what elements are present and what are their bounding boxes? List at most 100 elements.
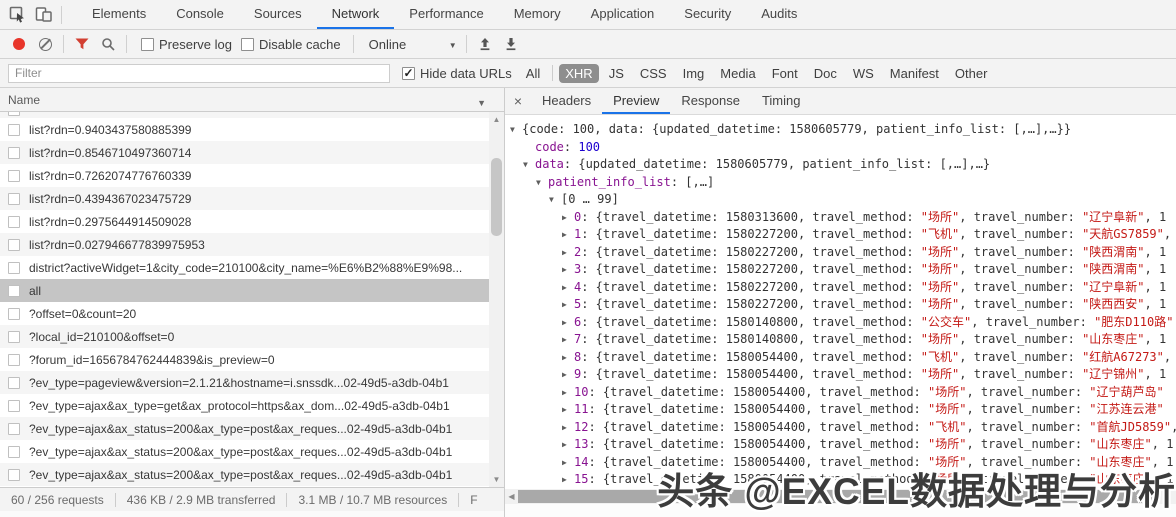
clear-icon[interactable] [32, 31, 58, 57]
json-tree-line[interactable]: ▶4: {travel_datetime: 1580227200, travel… [505, 279, 1176, 297]
json-tree-line[interactable]: ▶13: {travel_datetime: 1580054400, trave… [505, 436, 1176, 454]
chip-other[interactable]: Other [949, 64, 994, 83]
request-row[interactable]: list?rdn=0.7262074776760339 [0, 164, 504, 187]
scroll-down-icon[interactable]: ▼ [489, 472, 504, 487]
request-checkbox[interactable] [8, 262, 20, 274]
collapse-arrow-icon[interactable]: ▶ [562, 296, 574, 314]
close-icon[interactable]: × [505, 88, 531, 114]
preserve-log-toggle[interactable]: Preserve log [141, 37, 232, 52]
request-row[interactable]: ?offset=0&count=20 [0, 302, 504, 325]
json-tree-line[interactable]: ▶0: {travel_datetime: 1580313600, travel… [505, 209, 1176, 227]
import-har-icon[interactable] [472, 31, 498, 57]
request-row[interactable]: list?rdn=0.027946677839975953 [0, 233, 504, 256]
filter-funnel-icon[interactable] [69, 31, 95, 57]
detail-tab-preview[interactable]: Preview [602, 88, 670, 114]
collapse-arrow-icon[interactable]: ▶ [562, 279, 574, 297]
request-checkbox[interactable] [8, 124, 20, 136]
request-checkbox[interactable] [8, 308, 20, 320]
request-row[interactable]: all [0, 279, 504, 302]
collapse-arrow-icon[interactable]: ▶ [562, 349, 574, 367]
request-checkbox[interactable] [8, 423, 20, 435]
collapse-arrow-icon[interactable]: ▶ [562, 226, 574, 244]
request-row[interactable]: ?ev_type=ajax&ax_status=200&ax_type=post… [0, 440, 504, 463]
json-tree-line[interactable]: ▶5: {travel_datetime: 1580227200, travel… [505, 296, 1176, 314]
json-tree-line[interactable]: ▶12: {travel_datetime: 1580054400, trave… [505, 419, 1176, 437]
tab-performance[interactable]: Performance [394, 0, 498, 29]
chip-css[interactable]: CSS [634, 64, 673, 83]
panel-split-divider[interactable] [504, 88, 505, 517]
json-tree-line[interactable]: ▶7: {travel_datetime: 1580140800, travel… [505, 331, 1176, 349]
collapse-arrow-icon[interactable]: ▶ [562, 471, 574, 489]
scroll-left-icon[interactable]: ◀ [505, 489, 518, 504]
json-tree-line[interactable]: ▼[0 … 99] [505, 191, 1176, 209]
request-checkbox[interactable] [8, 377, 20, 389]
request-checkbox[interactable] [8, 193, 20, 205]
expand-arrow-icon[interactable]: ▼ [536, 174, 548, 192]
expand-arrow-icon[interactable]: ▼ [523, 156, 535, 174]
json-tree-line[interactable]: ▶1: {travel_datetime: 1580227200, travel… [505, 226, 1176, 244]
collapse-arrow-icon[interactable]: ▶ [562, 366, 574, 384]
filter-input[interactable] [8, 64, 390, 83]
json-tree-line[interactable]: ▼data: {updated_datetime: 1580605779, pa… [505, 156, 1176, 174]
request-row[interactable]: ?ev_type=ajax&ax_status=200&ax_type=post… [0, 417, 504, 440]
detail-tab-headers[interactable]: Headers [531, 88, 602, 114]
json-tree-line[interactable]: code: 100 [505, 139, 1176, 157]
collapse-arrow-icon[interactable]: ▶ [562, 314, 574, 332]
tab-application[interactable]: Application [576, 0, 670, 29]
expand-arrow-icon[interactable]: ▼ [549, 191, 561, 209]
tab-network[interactable]: Network [317, 0, 395, 29]
request-checkbox[interactable] [8, 216, 20, 228]
request-checkbox[interactable] [8, 170, 20, 182]
request-checkbox[interactable] [8, 446, 20, 458]
json-tree-line[interactable]: ▶8: {travel_datetime: 1580054400, travel… [505, 349, 1176, 367]
chip-manifest[interactable]: Manifest [884, 64, 945, 83]
inspect-element-icon[interactable] [4, 2, 30, 28]
request-checkbox[interactable] [8, 331, 20, 343]
collapse-arrow-icon[interactable]: ▶ [562, 261, 574, 279]
json-tree-line[interactable]: ▶10: {travel_datetime: 1580054400, trave… [505, 384, 1176, 402]
request-checkbox[interactable] [8, 112, 20, 116]
hide-data-urls-toggle[interactable]: Hide data URLs [402, 66, 512, 81]
tab-console[interactable]: Console [161, 0, 239, 29]
chip-xhr[interactable]: XHR [559, 64, 598, 83]
tab-sources[interactable]: Sources [239, 0, 317, 29]
scrollbar-thumb[interactable] [491, 158, 502, 236]
collapse-arrow-icon[interactable]: ▶ [562, 436, 574, 454]
request-checkbox[interactable] [8, 469, 20, 481]
search-icon[interactable] [95, 31, 121, 57]
chip-font[interactable]: Font [766, 64, 804, 83]
export-har-icon[interactable] [498, 31, 524, 57]
json-tree-line[interactable]: ▶3: {travel_datetime: 1580227200, travel… [505, 261, 1176, 279]
tab-security[interactable]: Security [669, 0, 746, 29]
json-tree-line[interactable]: ▼patient_info_list: [,…] [505, 174, 1176, 192]
chip-js[interactable]: JS [603, 64, 630, 83]
expand-arrow-icon[interactable]: ▼ [510, 121, 522, 139]
request-row[interactable]: ?ev_type=ajax&ax_type=get&ax_protocol=ht… [0, 394, 504, 417]
request-row[interactable]: list?rdn=0.9403437580885399 [0, 118, 504, 141]
collapse-arrow-icon[interactable]: ▶ [562, 419, 574, 437]
collapse-arrow-icon[interactable]: ▶ [562, 384, 574, 402]
disable-cache-checkbox[interactable] [241, 38, 254, 51]
hide-data-urls-checkbox[interactable] [402, 67, 415, 80]
record-icon[interactable] [6, 31, 32, 57]
json-tree-line[interactable]: ▶9: {travel_datetime: 1580054400, travel… [505, 366, 1176, 384]
request-checkbox[interactable] [8, 400, 20, 412]
collapse-arrow-icon[interactable]: ▶ [562, 331, 574, 349]
request-row[interactable]: district?activeWidget=1&city_code=210100… [0, 256, 504, 279]
json-tree-line[interactable]: ▼{code: 100, data: {updated_datetime: 15… [505, 121, 1176, 139]
request-checkbox[interactable] [8, 147, 20, 159]
chip-media[interactable]: Media [714, 64, 761, 83]
tab-memory[interactable]: Memory [499, 0, 576, 29]
json-tree-line[interactable]: ▶2: {travel_datetime: 1580227200, travel… [505, 244, 1176, 262]
request-row[interactable]: list?rdn=0.4394367023475729 [0, 187, 504, 210]
request-row[interactable]: ?local_id=210100&offset=0 [0, 325, 504, 348]
tab-elements[interactable]: Elements [77, 0, 161, 29]
request-list-scrollbar[interactable]: ▲ ▼ [489, 112, 504, 487]
request-row[interactable]: ?ev_type=ajax&ax_status=200&ax_type=post… [0, 463, 504, 486]
collapse-arrow-icon[interactable]: ▶ [562, 401, 574, 419]
request-row[interactable]: ?forum_id=1656784762444839&is_preview=0 [0, 348, 504, 371]
request-checkbox[interactable] [8, 239, 20, 251]
request-row[interactable]: list?rdn=0.8546710497360714 [0, 141, 504, 164]
collapse-arrow-icon[interactable]: ▶ [562, 244, 574, 262]
detail-tab-response[interactable]: Response [670, 88, 751, 114]
